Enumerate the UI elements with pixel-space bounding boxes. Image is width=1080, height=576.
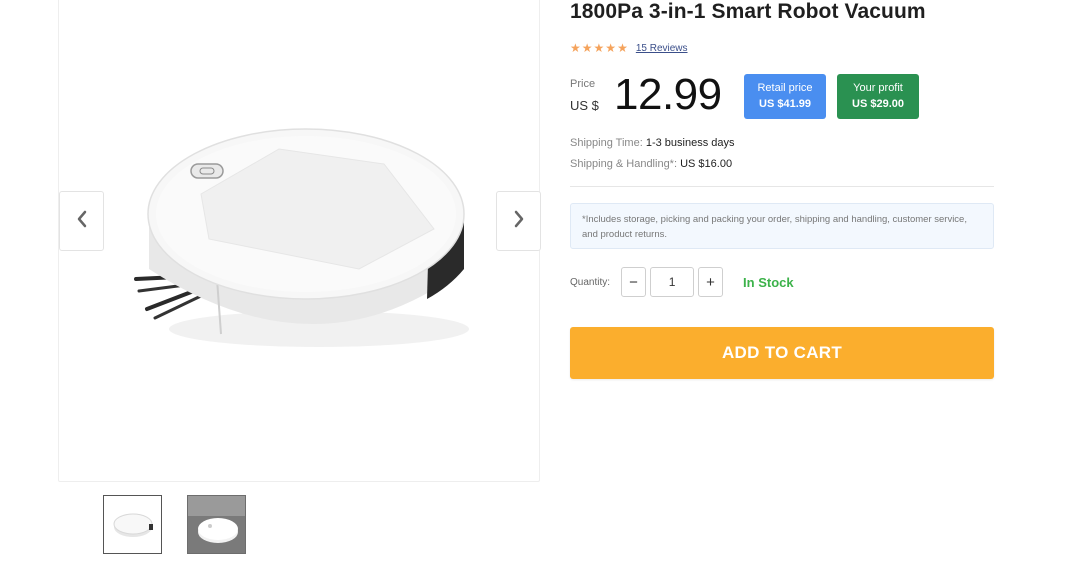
reviews-link[interactable]: 15 Reviews — [636, 43, 688, 54]
retail-price-value: US $41.99 — [759, 98, 811, 110]
next-image-button[interactable] — [496, 191, 541, 251]
thumbnail-strip — [103, 495, 246, 554]
profit-badge: Your profit US $29.00 — [837, 74, 919, 119]
shipping-time-value: 1-3 business days — [645, 137, 735, 149]
rating: ★ ★ ★ ★ ★ 15 Reviews — [570, 42, 688, 54]
chevron-left-icon — [75, 208, 89, 235]
quantity-increase-button[interactable]: + — [698, 267, 724, 297]
price-block: Price US $ 12.99 Retail price US $41.99 … — [570, 70, 994, 124]
star-icon: ★ — [593, 41, 605, 55]
shipping-time: Shipping Time: 1-3 business days — [570, 137, 735, 149]
retail-price-label: Retail price — [757, 82, 813, 94]
product-gallery — [58, 0, 541, 482]
price-label: Price — [570, 78, 596, 90]
star-icon: ★ — [617, 41, 628, 55]
star-icon: ★ — [581, 41, 593, 55]
add-to-cart-button[interactable]: ADD TO CART — [570, 327, 994, 379]
stock-status: In Stock — [743, 274, 794, 290]
thumbnail-1[interactable] — [103, 495, 162, 554]
thumbnail-floor-image — [188, 496, 245, 553]
thumbnail-2[interactable] — [187, 495, 246, 554]
profit-value: US $29.00 — [852, 98, 904, 110]
quantity-row: Quantity: − + In Stock — [570, 267, 794, 297]
chevron-right-icon — [512, 208, 526, 235]
profit-label: Your profit — [853, 82, 903, 94]
thumbnail-robot-image — [113, 513, 153, 537]
previous-image-button[interactable] — [59, 191, 104, 251]
star-icon: ★ — [605, 41, 617, 55]
product-main-image[interactable] — [129, 119, 479, 359]
product-title: 1800Pa 3-in-1 Smart Robot Vacuum — [570, 0, 926, 23]
shipping-handling-value: US $16.00 — [680, 158, 733, 170]
shipping-handling-label: Shipping & Handling*: — [570, 158, 678, 170]
shipping-note: *Includes storage, picking and packing y… — [570, 203, 994, 249]
star-rating: ★ ★ ★ ★ ★ — [570, 42, 628, 54]
price-currency: US $ — [570, 98, 599, 113]
quantity-label: Quantity: — [570, 276, 611, 288]
retail-price-badge: Retail price US $41.99 — [744, 74, 826, 119]
divider — [570, 186, 994, 187]
shipping-time-label: Shipping Time: — [570, 137, 643, 149]
shipping-handling: Shipping & Handling*: US $16.00 — [570, 158, 732, 170]
price-value: 12.99 — [614, 70, 722, 119]
quantity-decrease-button[interactable]: − — [621, 267, 647, 297]
quantity-input[interactable] — [650, 267, 695, 297]
star-icon: ★ — [570, 41, 581, 55]
